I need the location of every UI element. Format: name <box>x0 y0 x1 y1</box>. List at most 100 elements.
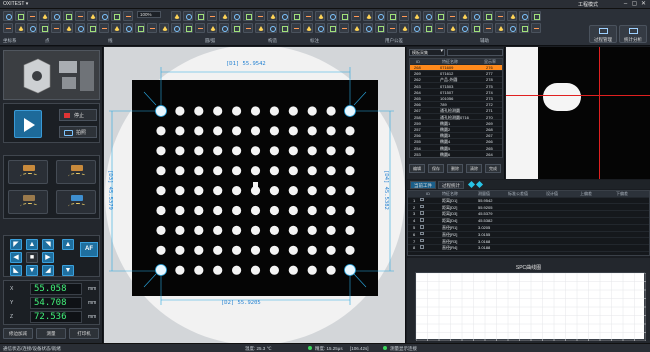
row-checkbox[interactable] <box>420 238 424 243</box>
arrow-down-button[interactable]: ▼ <box>26 265 38 276</box>
toolbar-tool-button[interactable] <box>87 23 97 33</box>
edge-adjust-button[interactable]: 修边加减 <box>3 328 33 339</box>
toolbar-tool-button[interactable] <box>267 23 277 33</box>
toolbar-tool-button[interactable] <box>315 11 325 21</box>
toolbar-tool-button[interactable] <box>459 11 469 21</box>
feature-row[interactable]: 259 椭圆1 269 <box>410 121 502 127</box>
toolbar-tool-button[interactable] <box>435 11 445 21</box>
toolbar-tool-button[interactable] <box>63 11 73 21</box>
feature-row[interactable]: 256 椭圆3 267 <box>410 133 502 140</box>
toolbar-tool-button[interactable] <box>3 11 13 21</box>
toolbar-tool-button[interactable] <box>303 23 313 33</box>
toolbar-tool-button[interactable] <box>123 23 133 33</box>
result-row[interactable]: 1 距离[D1] 55.9542 <box>408 197 649 205</box>
arrow-up-right-button[interactable]: ◥ <box>42 239 54 250</box>
toolbar-tool-button[interactable] <box>171 23 181 33</box>
toolbar-tool-button[interactable] <box>435 23 445 33</box>
process-manage-button[interactable]: 过程管理 <box>589 25 617 43</box>
toolbar-tool-button[interactable] <box>531 23 541 33</box>
stats-analysis-button[interactable]: 统计分析 <box>619 25 647 43</box>
toolbar-tool-button[interactable] <box>507 23 517 33</box>
finish-button[interactable]: 完成 <box>485 164 501 173</box>
toolbar-tool-button[interactable] <box>531 11 541 21</box>
toolbar-tool-button[interactable] <box>447 23 457 33</box>
toolbar-tool-button[interactable] <box>255 23 265 33</box>
toolbar-tool-button[interactable] <box>123 11 133 21</box>
toolbar-tool-button[interactable] <box>279 11 289 21</box>
toolbar-tool-button[interactable] <box>411 11 421 21</box>
toolbar-tool-button[interactable] <box>471 23 481 33</box>
row-checkbox[interactable] <box>420 245 424 249</box>
toolbar-tool-button[interactable] <box>447 11 457 21</box>
toolbar-tool-button[interactable] <box>327 11 337 21</box>
measurement-image[interactable] <box>104 47 406 343</box>
arrow-left-button[interactable]: ◀ <box>10 252 22 263</box>
toolbar-tool-button[interactable] <box>471 11 481 21</box>
tab-current-part[interactable]: 当前工件 <box>410 181 436 189</box>
toolbar-tool-button[interactable] <box>351 23 361 33</box>
row-checkbox[interactable] <box>420 231 424 236</box>
row-checkbox[interactable] <box>420 197 424 202</box>
toolbar-tool-button[interactable] <box>375 11 385 21</box>
toolbar-tool-button[interactable] <box>363 23 373 33</box>
feature-row[interactable]: 254 椭圆5 265 <box>410 146 502 152</box>
toolbar-tool-button[interactable] <box>495 11 505 21</box>
feature-row[interactable]: 265 101056 273 <box>410 96 502 102</box>
toolbar-tool-button[interactable] <box>159 23 169 33</box>
toolbar-tool-button[interactable] <box>207 11 217 21</box>
row-checkbox[interactable] <box>420 204 424 209</box>
surface-light-button[interactable] <box>8 160 48 184</box>
toolbar-tool-button[interactable] <box>207 23 217 33</box>
save-button[interactable]: 保存 <box>428 164 444 173</box>
arrow-down-right-button[interactable]: ◢ <box>42 265 54 276</box>
toolbar-tool-button[interactable] <box>291 23 301 33</box>
measure-button[interactable]: 测量 <box>36 328 66 339</box>
toolbar-tool-button[interactable] <box>387 23 397 33</box>
result-row[interactable]: 6 直径[R2] 3.0155 <box>408 231 649 239</box>
run-button[interactable] <box>14 110 42 138</box>
toolbar-tool-button[interactable] <box>147 23 157 33</box>
detail-view[interactable] <box>506 47 650 179</box>
toolbar-tool-button[interactable] <box>219 23 229 33</box>
toolbar-tool-button[interactable] <box>483 11 493 21</box>
toolbar-tool-button[interactable] <box>495 23 505 33</box>
toolbar-tool-button[interactable] <box>231 23 241 33</box>
toolbar-tool-button[interactable] <box>291 11 301 21</box>
toolbar-tool-button[interactable] <box>135 23 145 33</box>
toolbar-tool-button[interactable] <box>423 23 433 33</box>
toolbar-tool-button[interactable] <box>15 11 25 21</box>
result-row[interactable]: 3 距离[D3] 45.5379 <box>408 211 649 218</box>
toolbar-tool-button[interactable] <box>27 23 37 33</box>
toolbar-tool-button[interactable] <box>243 23 253 33</box>
feature-row[interactable]: 267 通孔检测圆 271 <box>410 108 502 115</box>
feature-row[interactable]: 264 071507 274 <box>410 90 502 96</box>
feature-row[interactable]: 257 椭圆2 268 <box>410 127 502 133</box>
toolbar-tool-button[interactable] <box>243 11 253 21</box>
result-row[interactable]: 4 距离[D4] 45.5382 <box>408 218 649 225</box>
toolbar-tool-button[interactable] <box>111 11 121 21</box>
row-checkbox[interactable] <box>420 211 424 215</box>
stage-home-button[interactable]: ■ <box>26 252 38 263</box>
toolbar-tool-button[interactable] <box>339 11 349 21</box>
z-up-button[interactable]: ▲ <box>62 239 74 250</box>
toolbar-tool-button[interactable] <box>75 23 85 33</box>
toolbar-tool-button[interactable] <box>399 23 409 33</box>
toolbar-tool-button[interactable] <box>351 11 361 21</box>
camera-view[interactable]: [D1] 55.9542 [D2] 55.9205 [D3] 45.5379 [… <box>104 47 406 343</box>
row-checkbox[interactable] <box>420 218 424 222</box>
toolbar-tool-button[interactable] <box>51 11 61 21</box>
arrow-up-left-button[interactable]: ◤ <box>10 239 22 250</box>
stop-button[interactable]: 停止 <box>59 109 97 121</box>
toolbar-tool-button[interactable] <box>375 23 385 33</box>
toolbar-tool-button[interactable] <box>231 11 241 21</box>
toolbar-tool-button[interactable] <box>99 11 109 21</box>
z-down-button[interactable]: ▼ <box>62 265 74 276</box>
zoom-select[interactable]: 100% <box>137 11 161 18</box>
toolbar-tool-button[interactable] <box>459 23 469 33</box>
toolbar-tool-button[interactable] <box>39 11 49 21</box>
arrow-down-left-button[interactable]: ◣ <box>10 265 22 276</box>
feature-row[interactable]: 268 071609 276 <box>410 65 502 71</box>
toolbar-tool-button[interactable] <box>27 11 37 21</box>
toolbar-tool-button[interactable] <box>327 23 337 33</box>
toolbar-tool-button[interactable] <box>279 23 289 33</box>
